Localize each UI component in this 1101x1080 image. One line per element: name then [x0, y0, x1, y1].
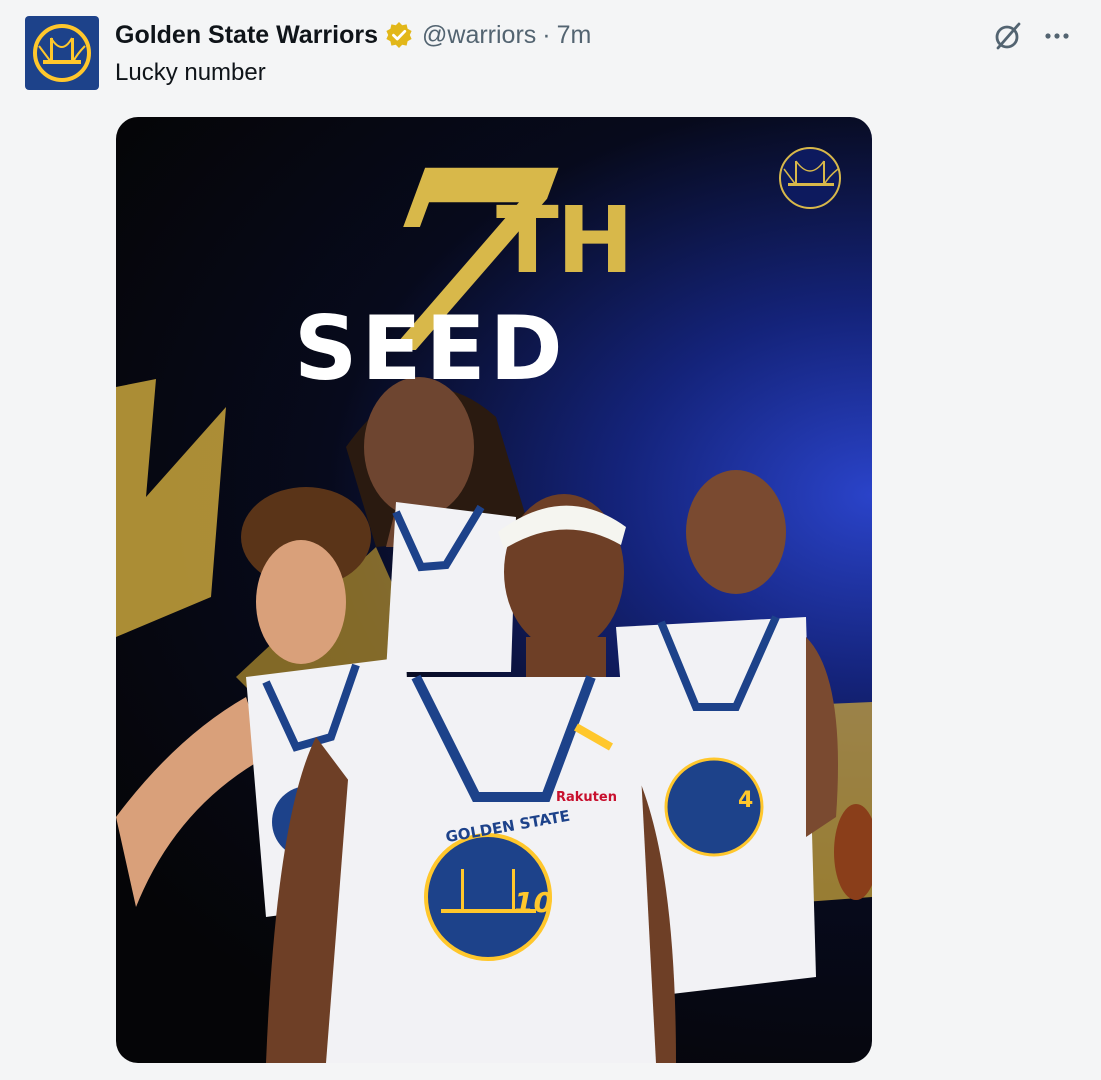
svg-text:Rakuten: Rakuten: [556, 790, 617, 805]
separator-dot: ·: [542, 20, 551, 49]
tweet-header: Golden State Warriors @warriors · 7m: [115, 18, 591, 52]
verified-badge-icon[interactable]: [385, 21, 413, 49]
display-name[interactable]: Golden State Warriors: [115, 21, 378, 50]
warriors-logo-icon: [33, 24, 91, 82]
tweet-media-image[interactable]: 4 10 GOLDEN STATE Rakuten 7 TH SEED: [116, 117, 872, 1063]
poster-seed-suffix: TH: [496, 187, 634, 294]
poster-bridge-logo-icon: [779, 147, 841, 209]
post-time[interactable]: 7m: [557, 21, 592, 50]
user-handle[interactable]: @warriors: [422, 21, 536, 50]
poster-seed-word: SEED: [294, 297, 567, 400]
grok-icon[interactable]: [990, 18, 1026, 54]
svg-text:10: 10: [514, 886, 553, 919]
svg-text:4: 4: [738, 788, 753, 813]
tweet[interactable]: Golden State Warriors @warriors · 7m Luc…: [0, 0, 1101, 1080]
profile-avatar[interactable]: [25, 16, 99, 90]
tweet-text: Lucky number: [115, 59, 266, 86]
more-options-icon[interactable]: [1040, 22, 1074, 50]
